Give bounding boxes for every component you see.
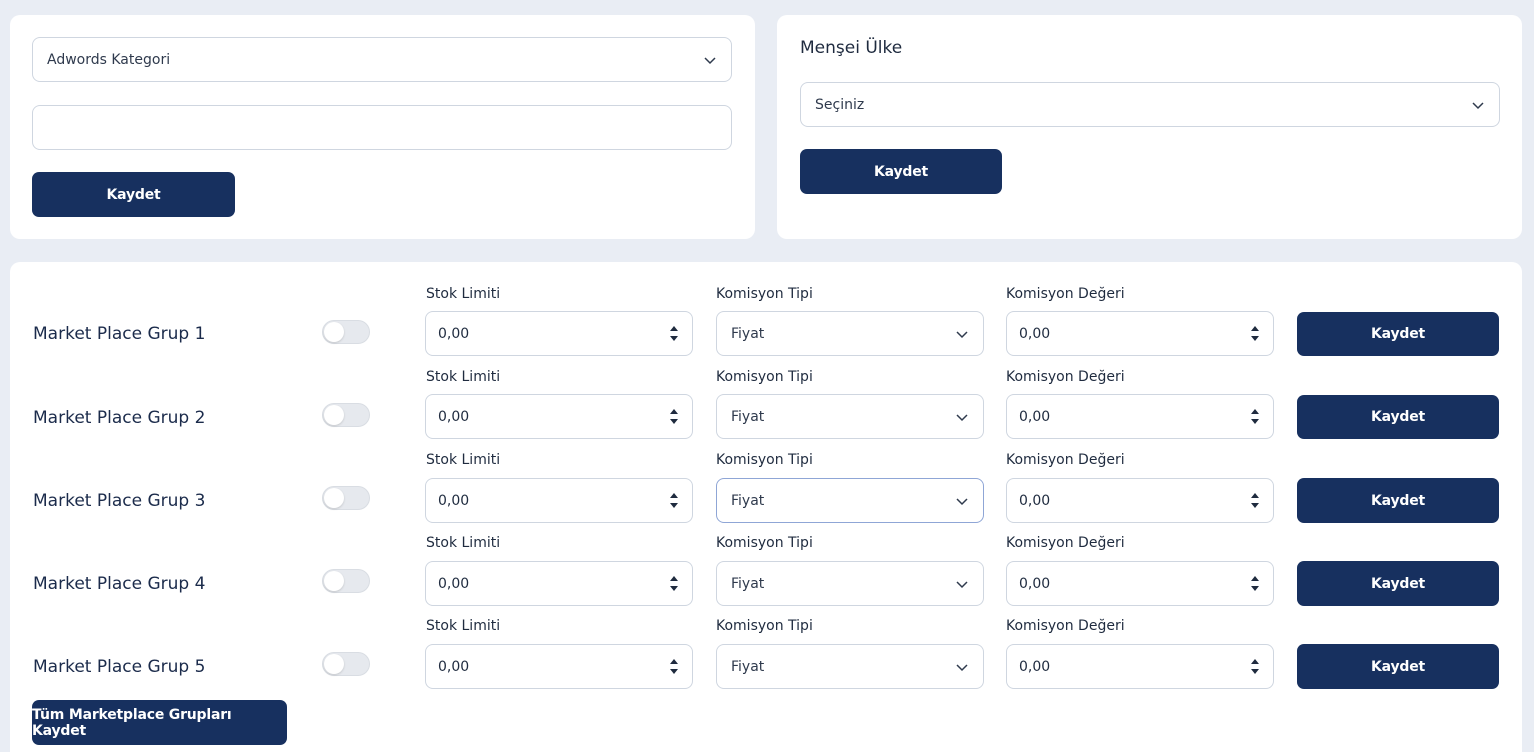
commission-value-label: Komisyon Değeri <box>1006 369 1125 385</box>
origin-country-save-button[interactable]: Kaydet <box>800 149 1002 194</box>
commission-type-select[interactable]: Fiyat <box>716 561 984 606</box>
group-name: Market Place Grup 1 <box>33 324 206 344</box>
adwords-category-select[interactable]: Adwords Kategori <box>32 37 732 82</box>
toggle-knob <box>324 405 344 425</box>
stock-limit-input[interactable]: 0,00 <box>425 561 693 606</box>
commission-value: 0,00 <box>1019 658 1051 675</box>
stepper-icon[interactable] <box>670 409 678 424</box>
stock-limit-input[interactable]: 0,00 <box>425 311 693 356</box>
stepper-icon[interactable] <box>1251 326 1259 341</box>
group-save-button[interactable]: Kaydet <box>1297 312 1499 356</box>
chevron-down-icon <box>704 56 716 64</box>
stock-limit-label: Stok Limiti <box>426 452 501 468</box>
stock-limit-label: Stok Limiti <box>426 618 501 634</box>
commission-value-label: Komisyon Değeri <box>1006 535 1125 551</box>
commission-value-label: Komisyon Değeri <box>1006 452 1125 468</box>
stock-limit-label: Stok Limiti <box>426 369 501 385</box>
stock-limit-label: Stok Limiti <box>426 286 501 302</box>
commission-value-label: Komisyon Değeri <box>1006 286 1125 302</box>
commission-type-select[interactable]: Fiyat <box>716 478 984 523</box>
stepper-icon[interactable] <box>670 576 678 591</box>
stock-limit-input[interactable]: 0,00 <box>425 644 693 689</box>
chevron-down-icon <box>956 330 968 338</box>
stock-limit-label: Stok Limiti <box>426 535 501 551</box>
stock-limit-value: 0,00 <box>438 575 470 592</box>
stock-limit-input[interactable]: 0,00 <box>425 478 693 523</box>
stock-limit-value: 0,00 <box>438 325 470 342</box>
stepper-icon[interactable] <box>670 326 678 341</box>
group-save-button[interactable]: Kaydet <box>1297 395 1499 439</box>
group-name: Market Place Grup 5 <box>33 657 206 677</box>
group-enable-toggle[interactable] <box>322 486 370 510</box>
commission-value: 0,00 <box>1019 492 1051 509</box>
group-save-button[interactable]: Kaydet <box>1297 478 1499 523</box>
group-save-button[interactable]: Kaydet <box>1297 561 1499 606</box>
group-enable-toggle[interactable] <box>322 652 370 676</box>
origin-country-title: Menşei Ülke <box>800 38 903 58</box>
commission-value: 0,00 <box>1019 408 1051 425</box>
group-enable-toggle[interactable] <box>322 403 370 427</box>
commission-value: 0,00 <box>1019 575 1051 592</box>
category-text-input[interactable] <box>32 105 732 150</box>
commission-type-value: Fiyat <box>731 325 765 342</box>
marketplace-groups-card: Market Place Grup 1 Stok Limiti 0,00 Kom… <box>10 262 1522 752</box>
category-card: Adwords Kategori Kaydet <box>10 15 755 239</box>
group-enable-toggle[interactable] <box>322 569 370 593</box>
commission-type-select[interactable]: Fiyat <box>716 394 984 439</box>
commission-type-label: Komisyon Tipi <box>716 618 813 634</box>
chevron-down-icon <box>956 413 968 421</box>
commission-type-label: Komisyon Tipi <box>716 286 813 302</box>
group-name: Market Place Grup 2 <box>33 408 206 428</box>
group-name: Market Place Grup 4 <box>33 574 206 594</box>
commission-type-select[interactable]: Fiyat <box>716 311 984 356</box>
commission-type-value: Fiyat <box>731 575 765 592</box>
commission-type-value: Fiyat <box>731 408 765 425</box>
stepper-icon[interactable] <box>670 493 678 508</box>
commission-value-label: Komisyon Değeri <box>1006 618 1125 634</box>
toggle-knob <box>324 654 344 674</box>
group-save-button[interactable]: Kaydet <box>1297 644 1499 689</box>
stepper-icon[interactable] <box>670 659 678 674</box>
commission-value-input[interactable]: 0,00 <box>1006 478 1274 523</box>
origin-country-card: Menşei Ülke Seçiniz Kaydet <box>777 15 1522 239</box>
commission-value-input[interactable]: 0,00 <box>1006 394 1274 439</box>
chevron-down-icon <box>956 663 968 671</box>
origin-country-select[interactable]: Seçiniz <box>800 82 1500 127</box>
toggle-knob <box>324 488 344 508</box>
stock-limit-value: 0,00 <box>438 408 470 425</box>
chevron-down-icon <box>1472 101 1484 109</box>
stock-limit-value: 0,00 <box>438 658 470 675</box>
commission-type-label: Komisyon Tipi <box>716 369 813 385</box>
adwords-category-value: Adwords Kategori <box>47 51 171 68</box>
commission-value-input[interactable]: 0,00 <box>1006 311 1274 356</box>
commission-type-label: Komisyon Tipi <box>716 452 813 468</box>
commission-type-value: Fiyat <box>731 658 765 675</box>
commission-value-input[interactable]: 0,00 <box>1006 644 1274 689</box>
chevron-down-icon <box>956 497 968 505</box>
category-save-button[interactable]: Kaydet <box>32 172 235 217</box>
stepper-icon[interactable] <box>1251 493 1259 508</box>
save-all-groups-button[interactable]: Tüm Marketplace Grupları Kaydet <box>32 700 287 745</box>
group-name: Market Place Grup 3 <box>33 491 206 511</box>
toggle-knob <box>324 571 344 591</box>
group-enable-toggle[interactable] <box>322 320 370 344</box>
stepper-icon[interactable] <box>1251 659 1259 674</box>
stock-limit-input[interactable]: 0,00 <box>425 394 693 439</box>
commission-value: 0,00 <box>1019 325 1051 342</box>
origin-country-value: Seçiniz <box>815 96 865 113</box>
commission-type-value: Fiyat <box>731 492 765 509</box>
chevron-down-icon <box>956 580 968 588</box>
stepper-icon[interactable] <box>1251 409 1259 424</box>
commission-value-input[interactable]: 0,00 <box>1006 561 1274 606</box>
commission-type-label: Komisyon Tipi <box>716 535 813 551</box>
toggle-knob <box>324 322 344 342</box>
stock-limit-value: 0,00 <box>438 492 470 509</box>
commission-type-select[interactable]: Fiyat <box>716 644 984 689</box>
stepper-icon[interactable] <box>1251 576 1259 591</box>
